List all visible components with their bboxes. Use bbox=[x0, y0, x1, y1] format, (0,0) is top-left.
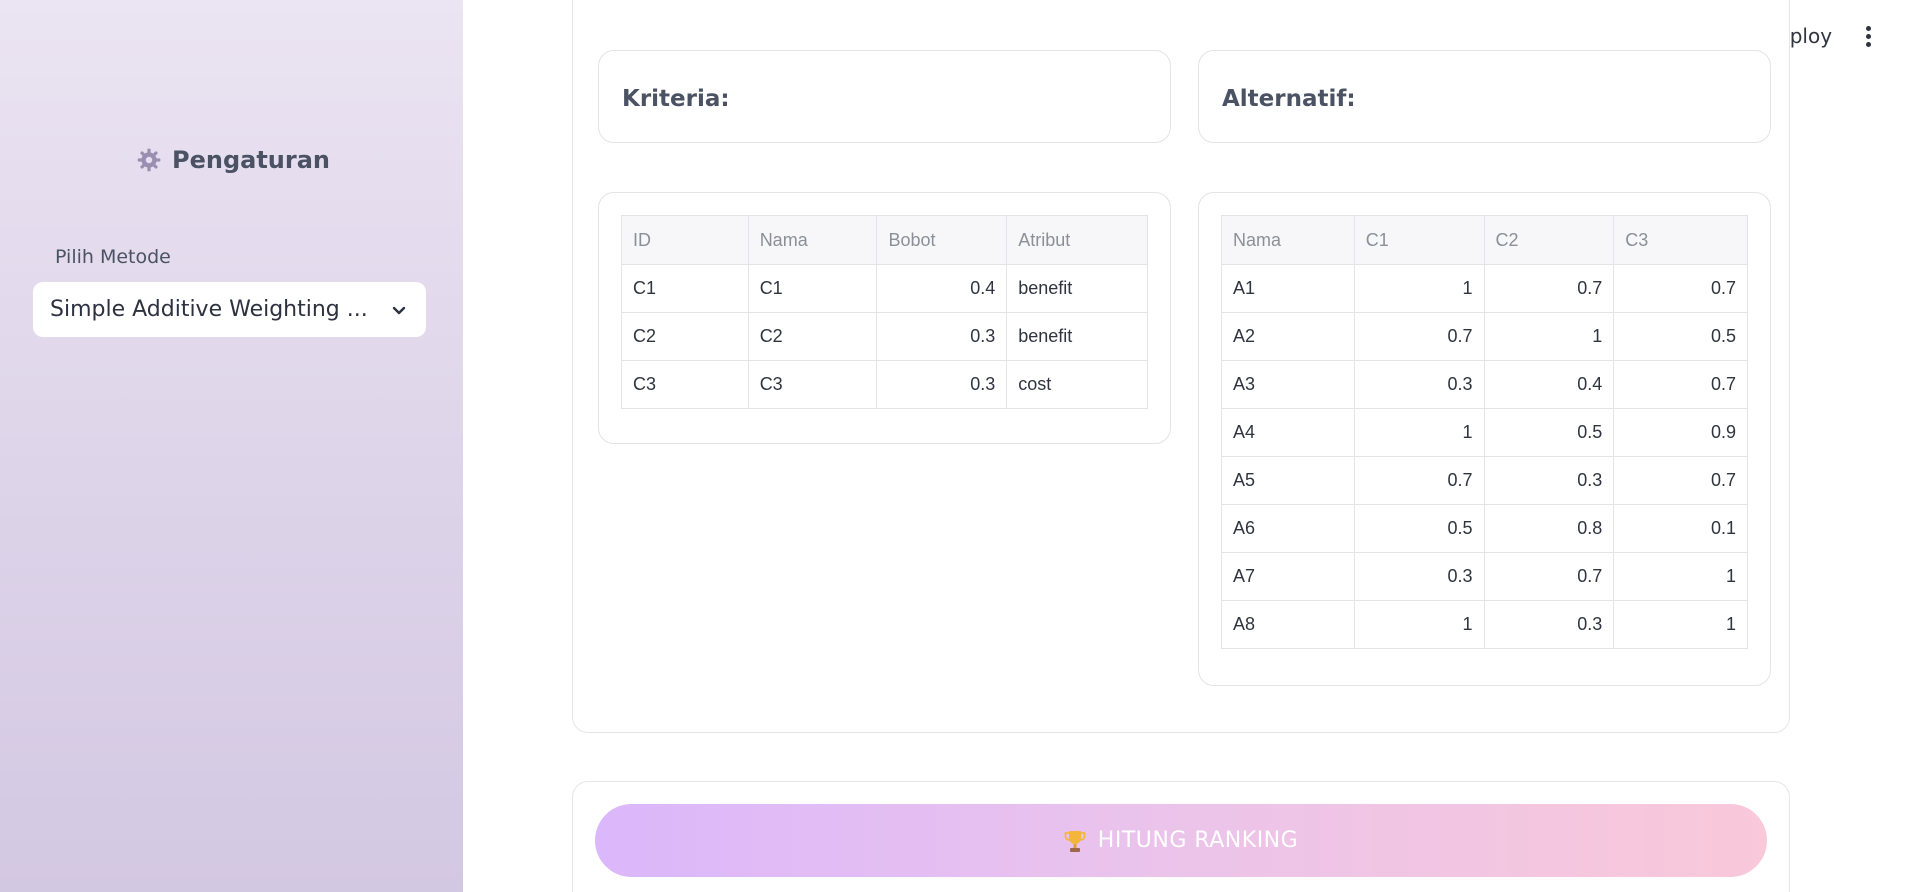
table-cell[interactable]: C2 bbox=[621, 312, 749, 361]
table-cell[interactable]: C2 bbox=[747, 312, 878, 361]
table-row: A4 1 0.5 0.9 bbox=[1221, 408, 1748, 457]
column-header[interactable]: Nama bbox=[747, 215, 878, 265]
table-cell[interactable]: 0.1 bbox=[1613, 504, 1748, 553]
alternatives-label: Alternatif: bbox=[1222, 86, 1356, 112]
sidebar-title: Pengaturan bbox=[136, 143, 330, 177]
criteria-header-row: ID Nama Bobot Atribut bbox=[621, 215, 1148, 265]
table-cell[interactable]: 1 bbox=[1483, 312, 1615, 361]
column-header[interactable]: ID bbox=[621, 215, 749, 265]
table-row: C1 C1 0.4 benefit bbox=[621, 264, 1148, 313]
table-row: A2 0.7 1 0.5 bbox=[1221, 312, 1748, 361]
gear-icon bbox=[137, 148, 161, 172]
table-cell[interactable]: A6 bbox=[1221, 504, 1355, 553]
table-cell[interactable]: benefit bbox=[1006, 312, 1148, 361]
alternatives-header-row: Nama C1 C2 C3 bbox=[1221, 215, 1748, 265]
trophy-icon bbox=[1064, 830, 1086, 852]
criteria-header-card: Kriteria: bbox=[598, 50, 1171, 143]
table-cell[interactable]: 0.3 bbox=[1353, 360, 1485, 409]
table-cell[interactable]: A2 bbox=[1221, 312, 1355, 361]
alternatives-table[interactable]: Nama C1 C2 C3 A1 1 0.7 0.7 A2 0.7 1 0.5 … bbox=[1221, 215, 1748, 649]
table-cell[interactable]: A1 bbox=[1221, 264, 1355, 313]
table-cell[interactable]: 0.3 bbox=[1483, 600, 1615, 649]
method-select-value: Simple Additive Weighting ... bbox=[50, 297, 368, 322]
table-cell[interactable]: 0.7 bbox=[1483, 264, 1615, 313]
criteria-label: Kriteria: bbox=[622, 86, 730, 112]
method-select[interactable]: Simple Additive Weighting ... bbox=[33, 282, 426, 337]
sidebar-title-label: Pengaturan bbox=[172, 146, 331, 174]
table-cell[interactable]: A4 bbox=[1221, 408, 1355, 457]
table-cell[interactable]: benefit bbox=[1006, 264, 1148, 313]
table-cell[interactable]: 0.5 bbox=[1483, 408, 1615, 457]
criteria-table[interactable]: ID Nama Bobot Atribut C1 C1 0.4 benefit … bbox=[621, 215, 1148, 409]
table-row: A6 0.5 0.8 0.1 bbox=[1221, 504, 1748, 553]
table-cell[interactable]: 1 bbox=[1353, 408, 1485, 457]
table-row: A8 1 0.3 1 bbox=[1221, 600, 1748, 649]
table-cell[interactable]: 0.3 bbox=[1483, 456, 1615, 505]
table-cell[interactable]: 1 bbox=[1353, 264, 1485, 313]
table-cell[interactable]: C1 bbox=[747, 264, 878, 313]
table-cell[interactable]: 0.7 bbox=[1613, 360, 1748, 409]
chevron-down-icon bbox=[392, 306, 406, 314]
table-cell[interactable]: 0.3 bbox=[1353, 552, 1485, 601]
table-cell[interactable]: A7 bbox=[1221, 552, 1355, 601]
column-header[interactable]: Nama bbox=[1221, 215, 1355, 265]
table-row: A1 1 0.7 0.7 bbox=[1221, 264, 1748, 313]
table-row: C2 C2 0.3 benefit bbox=[621, 312, 1148, 361]
sidebar: Pengaturan Pilih Metode Simple Additive … bbox=[0, 0, 463, 892]
column-header[interactable]: C2 bbox=[1483, 215, 1615, 265]
table-cell[interactable]: cost bbox=[1006, 360, 1148, 409]
table-cell[interactable]: 1 bbox=[1613, 552, 1748, 601]
table-cell[interactable]: 0.3 bbox=[876, 360, 1008, 409]
alternatives-header-card: Alternatif: bbox=[1198, 50, 1771, 143]
table-row: A5 0.7 0.3 0.7 bbox=[1221, 456, 1748, 505]
column-header[interactable]: C1 bbox=[1353, 215, 1485, 265]
table-cell[interactable]: A8 bbox=[1221, 600, 1355, 649]
column-header[interactable]: Atribut bbox=[1006, 215, 1148, 265]
table-cell[interactable]: 0.5 bbox=[1353, 504, 1485, 553]
calculate-ranking-label: HITUNG RANKING bbox=[1097, 828, 1299, 853]
kebab-menu-icon[interactable] bbox=[1862, 26, 1874, 50]
table-cell[interactable]: 0.3 bbox=[876, 312, 1008, 361]
table-row: A3 0.3 0.4 0.7 bbox=[1221, 360, 1748, 409]
table-cell[interactable]: A3 bbox=[1221, 360, 1355, 409]
table-row: A7 0.3 0.7 1 bbox=[1221, 552, 1748, 601]
column-header[interactable]: Bobot bbox=[876, 215, 1008, 265]
table-cell[interactable]: 0.7 bbox=[1353, 456, 1485, 505]
table-cell[interactable]: A5 bbox=[1221, 456, 1355, 505]
table-cell[interactable]: 0.7 bbox=[1483, 552, 1615, 601]
table-cell[interactable]: 1 bbox=[1613, 600, 1748, 649]
table-cell[interactable]: 0.7 bbox=[1353, 312, 1485, 361]
table-cell[interactable]: 0.7 bbox=[1613, 264, 1748, 313]
table-cell[interactable]: C1 bbox=[621, 264, 749, 313]
table-cell[interactable]: 0.5 bbox=[1613, 312, 1748, 361]
method-select-label: Pilih Metode bbox=[55, 246, 171, 268]
table-row: C3 C3 0.3 cost bbox=[621, 360, 1148, 409]
table-cell[interactable]: C3 bbox=[747, 360, 878, 409]
table-cell[interactable]: C3 bbox=[621, 360, 749, 409]
table-cell[interactable]: 0.8 bbox=[1483, 504, 1615, 553]
table-cell[interactable]: 0.9 bbox=[1613, 408, 1748, 457]
column-header[interactable]: C3 bbox=[1613, 215, 1748, 265]
table-cell[interactable]: 1 bbox=[1353, 600, 1485, 649]
calculate-ranking-button[interactable]: HITUNG RANKING bbox=[595, 804, 1767, 877]
table-cell[interactable]: 0.4 bbox=[876, 264, 1008, 313]
table-cell[interactable]: 0.7 bbox=[1613, 456, 1748, 505]
table-cell[interactable]: 0.4 bbox=[1483, 360, 1615, 409]
